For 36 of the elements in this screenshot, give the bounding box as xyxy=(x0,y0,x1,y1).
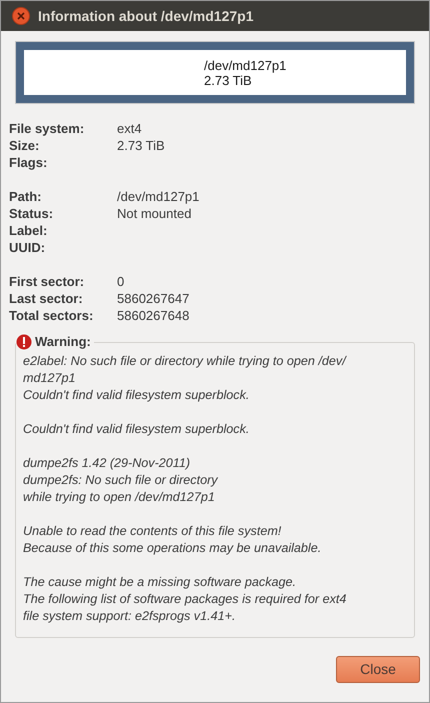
field-label: Size: xyxy=(9,136,40,155)
field-label: Total sectors: xyxy=(9,306,94,325)
warning-line: dumpe2fs: No such file or directory xyxy=(23,472,219,489)
warning-line: while trying to open /dev/md127p1 xyxy=(23,489,216,506)
field-label: Flags: xyxy=(9,154,48,172)
field-value: 5860267648 xyxy=(117,306,190,325)
warning-line: Couldn't find valid filesystem superblock. xyxy=(23,387,250,404)
field-value: /dev/md127p1 xyxy=(117,188,200,206)
field-value: Not mounted xyxy=(117,204,192,223)
field-value: 2.73 TiB xyxy=(117,136,165,155)
field-value: 5860267647 xyxy=(117,290,190,308)
warning-line: Couldn't find valid filesystem superblock. xyxy=(23,421,250,438)
warning-line: dumpe2fs 1.42 (29-Nov-2011) xyxy=(23,455,192,472)
warning-line: Unable to read the contents of this file system! xyxy=(23,523,282,540)
field-label: Path: xyxy=(9,188,42,206)
warning-title: Warning: xyxy=(35,333,91,351)
window-title: Information about /dev/md127p1 xyxy=(38,6,254,26)
warning-line: md127p1 xyxy=(23,370,77,387)
warning-line: The cause might be a missing software package. xyxy=(23,574,298,591)
error-icon xyxy=(16,334,32,350)
field-value: 0 xyxy=(117,272,124,291)
field-label: File system: xyxy=(9,120,86,138)
field-label: First sector: xyxy=(9,272,86,291)
field-label: Status: xyxy=(9,204,54,223)
warning-line: e2label: No such file or directory while trying to open /dev/ xyxy=(23,353,348,370)
field-label: Last sector: xyxy=(9,290,84,308)
close-button[interactable]: Close xyxy=(336,656,420,683)
partition-size: 2.73 TiB xyxy=(204,72,252,88)
field-value: ext4 xyxy=(117,120,142,138)
partition-path: /dev/md127p1 xyxy=(204,58,288,72)
warning-line: file system support: e2fsprogs v1.41+. xyxy=(23,608,236,625)
close-icon[interactable] xyxy=(12,7,30,25)
field-label: Label: xyxy=(9,222,48,240)
warning-line: The following list of software packages is required for ext4 xyxy=(23,591,348,608)
field-label: UUID: xyxy=(9,238,46,257)
warning-line: Because of this some operations may be unavailable. xyxy=(23,540,322,557)
